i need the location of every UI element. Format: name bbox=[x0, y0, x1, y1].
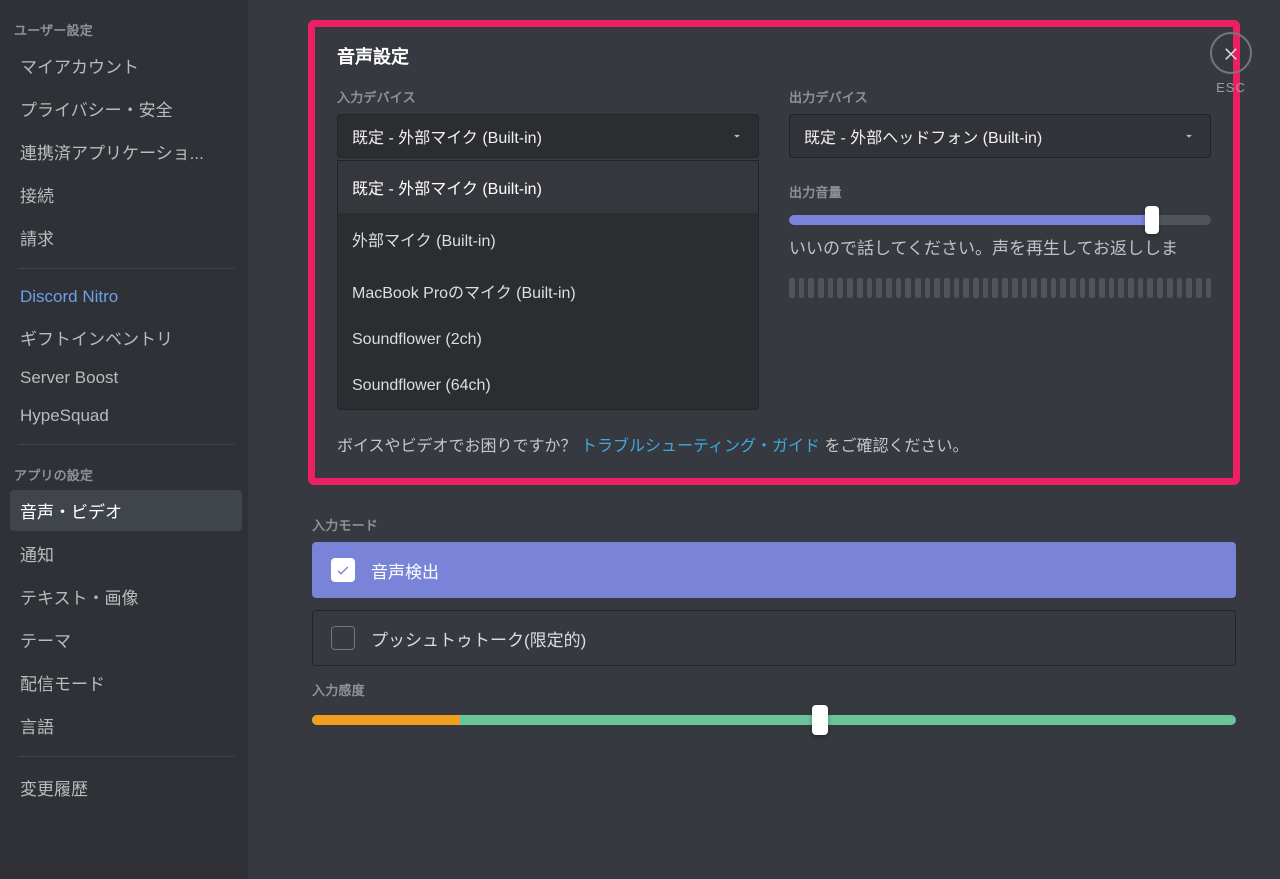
mode-label: 音声検出 bbox=[371, 558, 439, 583]
output-device-select[interactable]: 既定 - 外部ヘッドフォン (Built-in) bbox=[789, 114, 1211, 158]
input-device-dropdown: 既定 - 外部マイク (Built-in) 外部マイク (Built-in) M… bbox=[337, 160, 759, 410]
sidebar-item-privacy[interactable]: プライバシー・安全 bbox=[10, 88, 242, 129]
output-device-label: 出力デバイス bbox=[789, 87, 1211, 106]
sidebar-item-theme[interactable]: テーマ bbox=[10, 619, 242, 660]
input-device-label: 入力デバイス bbox=[337, 87, 759, 106]
input-option[interactable]: MacBook Proのマイク (Built-in) bbox=[338, 265, 758, 317]
input-mode-label: 入力モード bbox=[312, 515, 1236, 534]
sidebar-item-billing[interactable]: 請求 bbox=[10, 217, 242, 258]
input-sensitivity-slider[interactable] bbox=[312, 715, 1236, 725]
esc-label: ESC bbox=[1216, 80, 1246, 95]
mode-push-to-talk[interactable]: プッシュトゥトーク(限定的) bbox=[312, 610, 1236, 666]
sidebar-item-streamer[interactable]: 配信モード bbox=[10, 662, 242, 703]
input-device-value: 既定 - 外部マイク (Built-in) bbox=[352, 124, 542, 148]
sidebar-separator bbox=[18, 444, 234, 445]
input-option[interactable]: 既定 - 外部マイク (Built-in) bbox=[338, 161, 758, 213]
settings-sidebar: ユーザー設定 マイアカウント プライバシー・安全 連携済アプリケーショ... 接… bbox=[0, 0, 248, 879]
sidebar-item-hypesquad[interactable]: HypeSquad bbox=[10, 398, 242, 434]
output-volume-slider[interactable] bbox=[789, 215, 1211, 225]
chevron-down-icon bbox=[730, 129, 744, 143]
input-option[interactable]: 外部マイク (Built-in) bbox=[338, 213, 758, 265]
sidebar-item-language[interactable]: 言語 bbox=[10, 705, 242, 746]
checkbox-checked-icon bbox=[331, 558, 355, 582]
voice-settings-highlight: 音声設定 入力デバイス 既定 - 外部マイク (Built-in) 既定 - 外… bbox=[308, 20, 1240, 485]
vu-meter bbox=[789, 278, 1211, 298]
troubleshooting-link[interactable]: トラブルシューティング・ガイド bbox=[581, 438, 820, 455]
help-line: ボイスやビデオでお困りですか？ トラブルシューティング・ガイド をご確認ください… bbox=[337, 432, 1211, 456]
sidebar-separator bbox=[18, 268, 234, 269]
sidebar-item-gifts[interactable]: ギフトインベントリ bbox=[10, 317, 242, 358]
close-icon bbox=[1210, 32, 1252, 74]
mode-voice-activity[interactable]: 音声検出 bbox=[312, 542, 1236, 598]
sidebar-item-notifications[interactable]: 通知 bbox=[10, 533, 242, 574]
mode-label: プッシュトゥトーク(限定的) bbox=[371, 626, 586, 651]
voice-settings-title: 音声設定 bbox=[337, 43, 1211, 69]
input-device-select[interactable]: 既定 - 外部マイク (Built-in) bbox=[337, 114, 759, 158]
input-sensitivity-label: 入力感度 bbox=[312, 680, 1236, 699]
input-option[interactable]: Soundflower (64ch) bbox=[338, 363, 758, 409]
sidebar-separator bbox=[18, 756, 234, 757]
sidebar-section-app: アプリの設定 bbox=[10, 455, 242, 490]
sidebar-section-user: ユーザー設定 bbox=[10, 10, 242, 45]
main-content: 音声設定 入力デバイス 既定 - 外部マイク (Built-in) 既定 - 外… bbox=[248, 0, 1280, 879]
output-volume-label: 出力音量 bbox=[789, 182, 1211, 201]
checkbox-empty-icon bbox=[331, 626, 355, 650]
sidebar-item-changelog[interactable]: 変更履歴 bbox=[10, 767, 242, 808]
sidebar-item-text-images[interactable]: テキスト・画像 bbox=[10, 576, 242, 617]
sidebar-item-boost[interactable]: Server Boost bbox=[10, 360, 242, 396]
close-button[interactable]: ESC bbox=[1210, 32, 1252, 95]
sidebar-item-voice-video[interactable]: 音声・ビデオ bbox=[10, 490, 242, 531]
sidebar-item-connections[interactable]: 接続 bbox=[10, 174, 242, 215]
output-device-value: 既定 - 外部ヘッドフォン (Built-in) bbox=[804, 124, 1042, 148]
sidebar-item-integrations[interactable]: 連携済アプリケーショ... bbox=[10, 131, 242, 172]
sidebar-item-account[interactable]: マイアカウント bbox=[10, 45, 242, 86]
input-option[interactable]: Soundflower (2ch) bbox=[338, 317, 758, 363]
sidebar-item-nitro[interactable]: Discord Nitro bbox=[10, 279, 242, 315]
chevron-down-icon bbox=[1182, 129, 1196, 143]
mic-check-hint: いいので話してください。声を再生してお返ししま bbox=[789, 235, 1211, 262]
